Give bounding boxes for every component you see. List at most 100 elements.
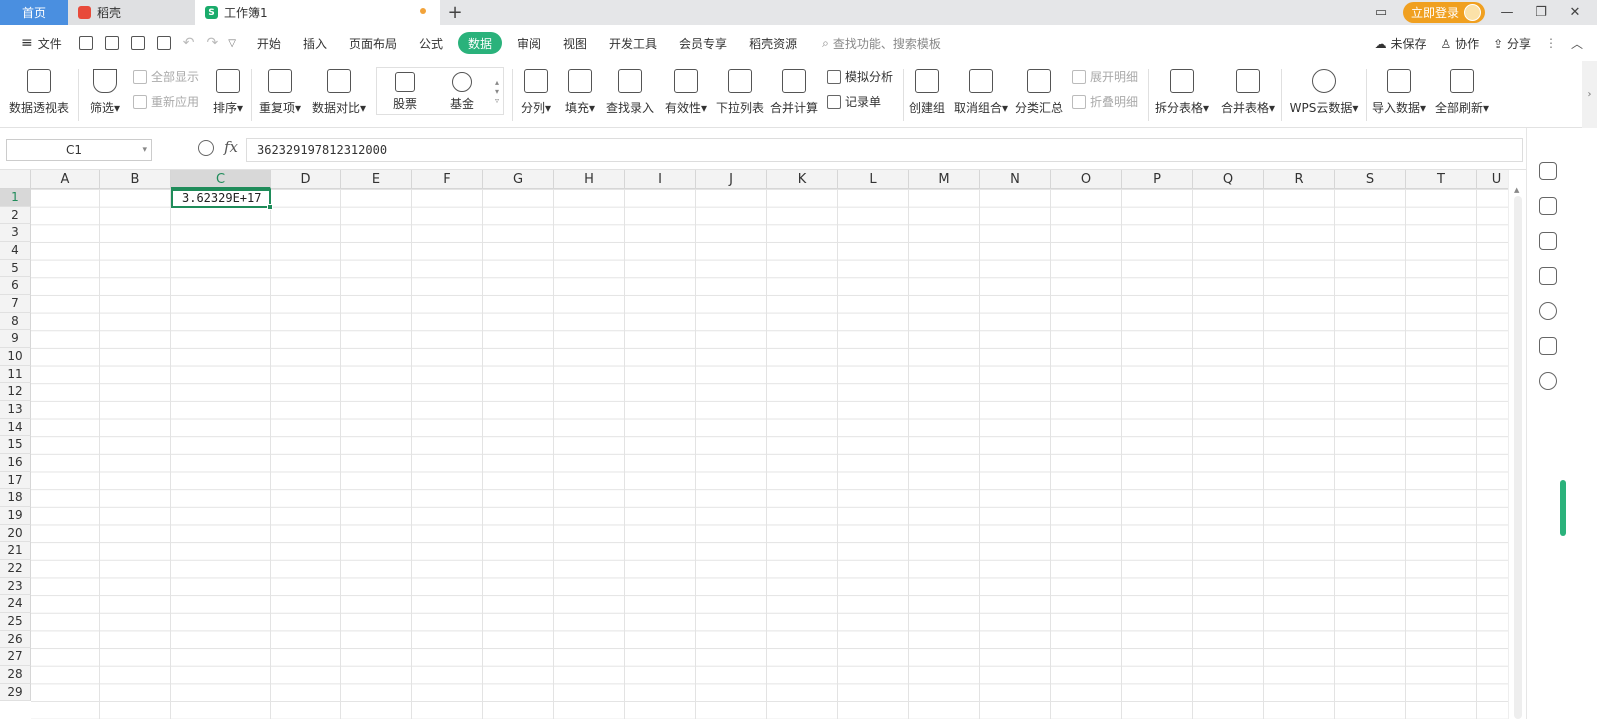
- share-button[interactable]: ⇪ 分享: [1493, 35, 1531, 52]
- record-form-button[interactable]: 记录单: [827, 93, 903, 110]
- quick-access-dropdown-icon[interactable]: ▽: [228, 38, 236, 49]
- menu-item-page-layout[interactable]: 页面布局: [338, 32, 408, 54]
- fill-button[interactable]: 填充▾: [559, 61, 601, 128]
- more-icon[interactable]: ⋮: [1545, 36, 1557, 50]
- export-pdf-icon[interactable]: [104, 36, 119, 50]
- wps-cloud-data-button[interactable]: WPS云数据▾: [1282, 61, 1366, 128]
- window-layout-icon[interactable]: ▭: [1369, 5, 1393, 20]
- undo-icon[interactable]: ↶: [183, 35, 195, 51]
- menu-item-data[interactable]: 数据: [457, 32, 502, 54]
- ungroup-button[interactable]: 取消组合▾: [950, 61, 1012, 128]
- row-header-26[interactable]: 26: [0, 630, 31, 649]
- collab-button[interactable]: ♙ 协作: [1441, 35, 1480, 52]
- vertical-scrollbar[interactable]: ▲: [1508, 170, 1526, 719]
- column-header-e[interactable]: E: [341, 170, 412, 189]
- row-header-24[interactable]: 24: [0, 595, 31, 614]
- redo-icon[interactable]: ↷: [206, 35, 218, 51]
- login-button[interactable]: 立即登录: [1402, 2, 1485, 23]
- column-header-t[interactable]: T: [1406, 170, 1477, 189]
- row-header-27[interactable]: 27: [0, 648, 31, 667]
- column-header-h[interactable]: H: [554, 170, 625, 189]
- row-header-22[interactable]: 22: [0, 560, 31, 578]
- import-data-button[interactable]: 导入数据▾: [1367, 61, 1431, 128]
- fx-icon[interactable]: fx: [224, 138, 238, 156]
- menu-item-insert[interactable]: 插入: [292, 32, 338, 54]
- new-tab-button[interactable]: +: [440, 0, 470, 25]
- selected-cell-c1[interactable]: 3.62329E+17: [171, 189, 273, 210]
- column-header-p[interactable]: P: [1122, 170, 1193, 189]
- column-header-j[interactable]: J: [696, 170, 767, 189]
- consolidate-button[interactable]: 合并计算: [767, 61, 821, 128]
- row-header-18[interactable]: 18: [0, 489, 31, 508]
- column-header-g[interactable]: G: [483, 170, 554, 189]
- row-header-6[interactable]: 6: [0, 277, 31, 295]
- column-header-n[interactable]: N: [980, 170, 1051, 189]
- row-header-23[interactable]: 23: [0, 577, 31, 596]
- filter-button[interactable]: 筛选▾: [85, 61, 125, 128]
- duplicates-button[interactable]: 重复项▾: [252, 61, 308, 128]
- image-tools-icon[interactable]: [1539, 337, 1557, 355]
- column-header-f[interactable]: F: [412, 170, 483, 189]
- reapply-button[interactable]: 重新应用: [133, 93, 205, 110]
- subtotal-button[interactable]: 分类汇总: [1012, 61, 1066, 128]
- expand-detail-button[interactable]: 展开明细: [1072, 68, 1148, 85]
- row-header-29[interactable]: 29: [0, 683, 31, 702]
- row-header-20[interactable]: 20: [0, 524, 31, 543]
- fill-handle[interactable]: [267, 204, 273, 210]
- row-header-3[interactable]: 3: [0, 224, 31, 242]
- scrollbar-thumb[interactable]: [1514, 196, 1522, 719]
- merge-table-button[interactable]: 合并表格▾: [1215, 61, 1281, 128]
- print-icon[interactable]: [130, 36, 145, 50]
- simulate-analysis-button[interactable]: 模拟分析: [827, 68, 903, 85]
- menu-item-member[interactable]: 会员专享: [668, 32, 738, 54]
- collapse-detail-button[interactable]: 折叠明细: [1072, 93, 1148, 110]
- print-preview-icon[interactable]: [156, 36, 171, 50]
- tab-workbook[interactable]: S 工作簿1: [195, 0, 440, 25]
- split-column-button[interactable]: 分列▾: [513, 61, 559, 128]
- column-header-a[interactable]: A: [31, 170, 100, 189]
- stock-button[interactable]: 股票: [377, 68, 433, 114]
- row-header-1[interactable]: 1: [0, 189, 31, 207]
- cell-area[interactable]: [31, 189, 1508, 719]
- sidebar-handle[interactable]: [1560, 480, 1566, 536]
- save-icon[interactable]: [78, 36, 93, 50]
- cursor-select-icon[interactable]: [1539, 197, 1557, 215]
- tab-home[interactable]: 首页: [0, 0, 68, 25]
- column-header-l[interactable]: L: [838, 170, 909, 189]
- settings-sliders-icon[interactable]: [1539, 232, 1557, 250]
- row-header-4[interactable]: 4: [0, 242, 31, 260]
- close-icon[interactable]: ✕: [1563, 5, 1587, 20]
- row-header-7[interactable]: 7: [0, 295, 31, 313]
- menu-item-daoke-resources[interactable]: 稻壳资源: [738, 32, 808, 54]
- function-search[interactable]: ⌕ 查找功能、搜索模板: [808, 35, 941, 52]
- row-header-12[interactable]: 12: [0, 383, 31, 402]
- menu-item-developer[interactable]: 开发工具: [598, 32, 668, 54]
- validity-button[interactable]: 有效性▾: [659, 61, 713, 128]
- split-table-button[interactable]: 拆分表格▾: [1149, 61, 1215, 128]
- column-header-o[interactable]: O: [1051, 170, 1122, 189]
- row-header-21[interactable]: 21: [0, 542, 31, 561]
- column-header-m[interactable]: M: [909, 170, 980, 189]
- column-header-u[interactable]: U: [1477, 170, 1508, 189]
- lookup-entry-button[interactable]: 查找录入: [601, 61, 659, 128]
- row-header-13[interactable]: 13: [0, 401, 31, 419]
- restore-icon[interactable]: ❐: [1529, 5, 1553, 20]
- row-header-5[interactable]: 5: [0, 259, 31, 278]
- row-header-11[interactable]: 11: [0, 365, 31, 384]
- gallery-scroll[interactable]: ▴ ▾ ▿: [491, 68, 503, 114]
- formula-input[interactable]: 362329197812312000: [246, 138, 1523, 162]
- fund-button[interactable]: 基金: [433, 68, 491, 114]
- column-header-q[interactable]: Q: [1193, 170, 1264, 189]
- menu-item-start[interactable]: 开始: [246, 32, 292, 54]
- zoom-formula-icon[interactable]: [198, 140, 214, 156]
- menu-item-review[interactable]: 审阅: [506, 32, 552, 54]
- lightning-icon[interactable]: [1539, 372, 1557, 390]
- show-all-button[interactable]: 全部显示: [133, 68, 205, 85]
- column-header-k[interactable]: K: [767, 170, 838, 189]
- column-header-d[interactable]: D: [271, 170, 341, 189]
- column-header-s[interactable]: S: [1335, 170, 1406, 189]
- help-icon[interactable]: [1539, 302, 1557, 320]
- row-header-15[interactable]: 15: [0, 436, 31, 455]
- compare-button[interactable]: 数据对比▾: [308, 61, 370, 128]
- column-header-c[interactable]: C: [171, 170, 271, 189]
